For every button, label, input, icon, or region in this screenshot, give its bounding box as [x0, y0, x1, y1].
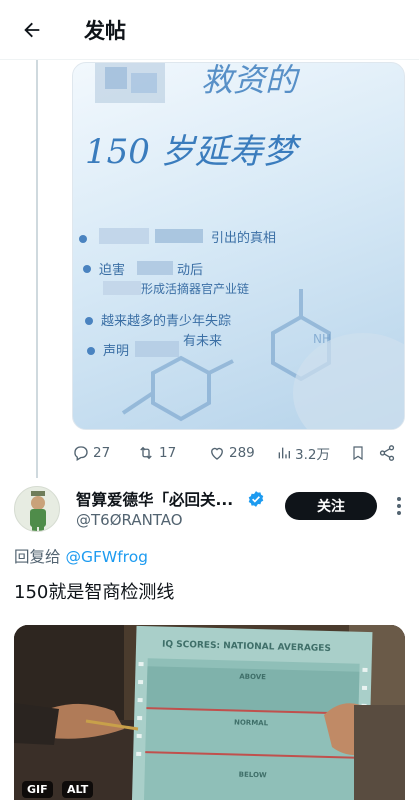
iq-label-normal: NORMAL [234, 718, 269, 727]
display-name[interactable]: 智算爱德华「必回关... [76, 488, 233, 510]
follow-button[interactable]: 关注 [285, 492, 377, 520]
like-icon [211, 447, 223, 460]
retweet-icon [140, 446, 152, 460]
tweet-action-bar: 27 17 289 3.2万 [72, 440, 405, 466]
views-button[interactable]: 3.2万 [276, 443, 350, 463]
verified-icon [248, 491, 264, 507]
image-bullet-6: 有未来 [183, 334, 222, 349]
svg-text:动后: 动后 [177, 263, 203, 278]
tweet-image[interactable]: 救资的 150 岁延寿梦 引出的真相 迫害 动后 形成活摘器官产业链 越来越多的… [72, 62, 405, 430]
views-icon [278, 447, 290, 459]
tweet-text: 150就是智商检测线 [14, 582, 175, 603]
retweet-button[interactable]: 17 [136, 444, 208, 462]
page-title: 发帖 [84, 19, 126, 43]
tweet-gif[interactable]: IQ SCORES: NATIONAL AVERAGES ABOVE NORMA… [14, 625, 405, 800]
image-bullet-5: 声明 [103, 344, 129, 359]
reply-prefix: 回复给 [14, 548, 61, 566]
like-count: 289 [229, 445, 255, 461]
share-icon [379, 445, 395, 461]
share-button[interactable] [378, 444, 402, 462]
back-arrow-icon [24, 22, 40, 38]
user-handle[interactable]: @T6ØRANTAO [76, 511, 183, 529]
views-count: 3.2万 [295, 447, 330, 463]
like-button[interactable]: 289 [208, 444, 276, 462]
more-icon[interactable] [388, 494, 410, 518]
bookmark-icon [353, 446, 363, 461]
image-title-line1: 救资的 [201, 63, 301, 99]
image-bullet-3: 形成活摘器官产业链 [141, 281, 249, 296]
avatar[interactable] [14, 486, 60, 532]
back-button[interactable] [14, 12, 50, 48]
reply-handle-link[interactable]: @GFWfrog [65, 548, 148, 566]
iq-label-below: BELOW [239, 771, 267, 780]
iq-label-above: ABOVE [239, 673, 266, 682]
bookmark-button[interactable] [350, 444, 378, 462]
top-bar: 发帖 [0, 0, 419, 60]
thread-line [36, 60, 38, 478]
alt-badge[interactable]: ALT [62, 781, 94, 798]
image-bullet-1: 引出的真相 [211, 230, 276, 246]
image-bullet-2: 迫害 [99, 262, 125, 278]
image-bullet-4: 越来越多的青少年失踪 [101, 313, 231, 329]
reply-button[interactable]: 27 [72, 444, 136, 462]
image-title-line2: 150 岁延寿梦 [85, 132, 302, 172]
gif-badge: GIF [22, 781, 53, 798]
reply-icon [74, 446, 88, 461]
reply-to-line: 回复给 @GFWfrog [14, 545, 148, 567]
retweet-count: 17 [159, 445, 177, 461]
reply-count: 27 [93, 445, 111, 461]
